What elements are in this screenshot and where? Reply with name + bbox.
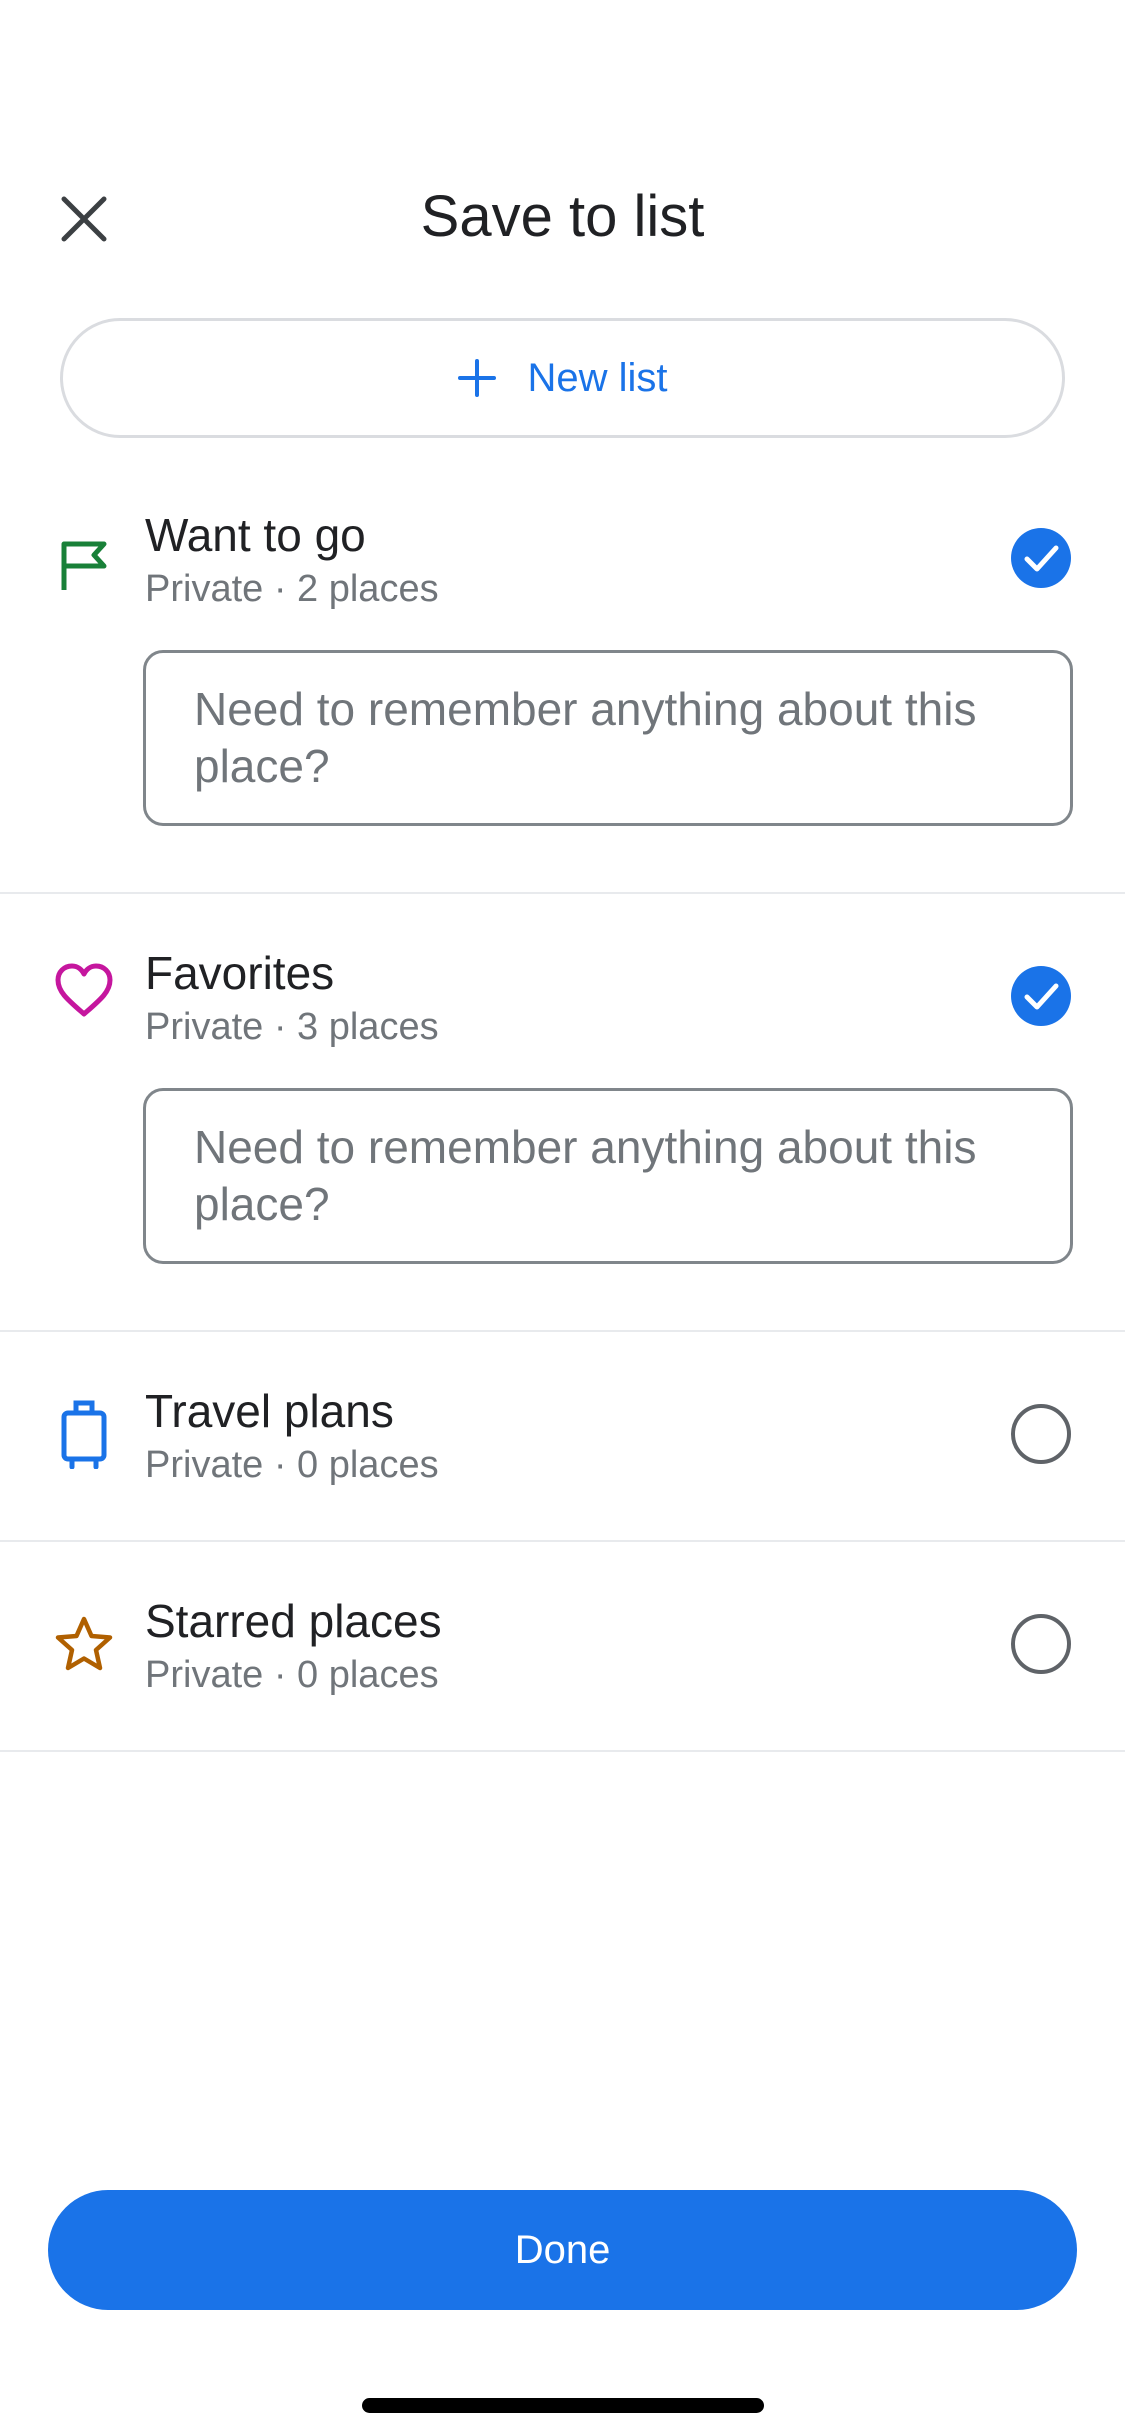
suitcase-icon [50,1400,118,1469]
save-to-list-sheet: Save to list New list Want to go Private… [0,0,1125,2436]
list-item-travel-plans[interactable]: Travel plans Private · 0 places [0,1332,1125,1542]
list-subtitle: Private · 2 places [145,568,439,610]
new-list-label: New list [527,355,668,400]
list-name: Favorites [145,947,335,999]
list-item-favorites[interactable]: Favorites Private · 3 places Need to rem… [0,894,1125,1332]
page-title: Save to list [420,184,705,249]
list-name: Travel plans [145,1385,394,1437]
header: Save to list [0,165,1125,265]
star-icon [50,1610,118,1678]
home-indicator[interactable] [362,2398,764,2413]
divider [0,1750,1125,1752]
note-input[interactable]: Need to remember anything about this pla… [143,1088,1073,1264]
heart-icon [50,956,118,1024]
unchecked-circle-icon[interactable] [1010,1613,1072,1675]
list-subtitle: Private · 3 places [145,1006,439,1048]
unchecked-circle-icon[interactable] [1010,1403,1072,1465]
list-name: Starred places [145,1595,442,1647]
flag-icon [50,532,118,600]
new-list-button[interactable]: New list [60,318,1065,438]
list-name: Want to go [145,509,366,561]
done-button[interactable]: Done [48,2190,1077,2310]
done-label: Done [514,2227,611,2272]
list-item-starred-places[interactable]: Starred places Private · 0 places [0,1542,1125,1752]
plus-icon [458,359,497,397]
list-subtitle: Private · 0 places [145,1444,439,1486]
checked-circle-icon[interactable] [1010,965,1072,1027]
list-item-want-to-go[interactable]: Want to go Private · 2 places Need to re… [0,490,1125,894]
list-subtitle: Private · 0 places [145,1654,439,1696]
note-input[interactable]: Need to remember anything about this pla… [143,650,1073,826]
checked-circle-icon[interactable] [1010,527,1072,589]
